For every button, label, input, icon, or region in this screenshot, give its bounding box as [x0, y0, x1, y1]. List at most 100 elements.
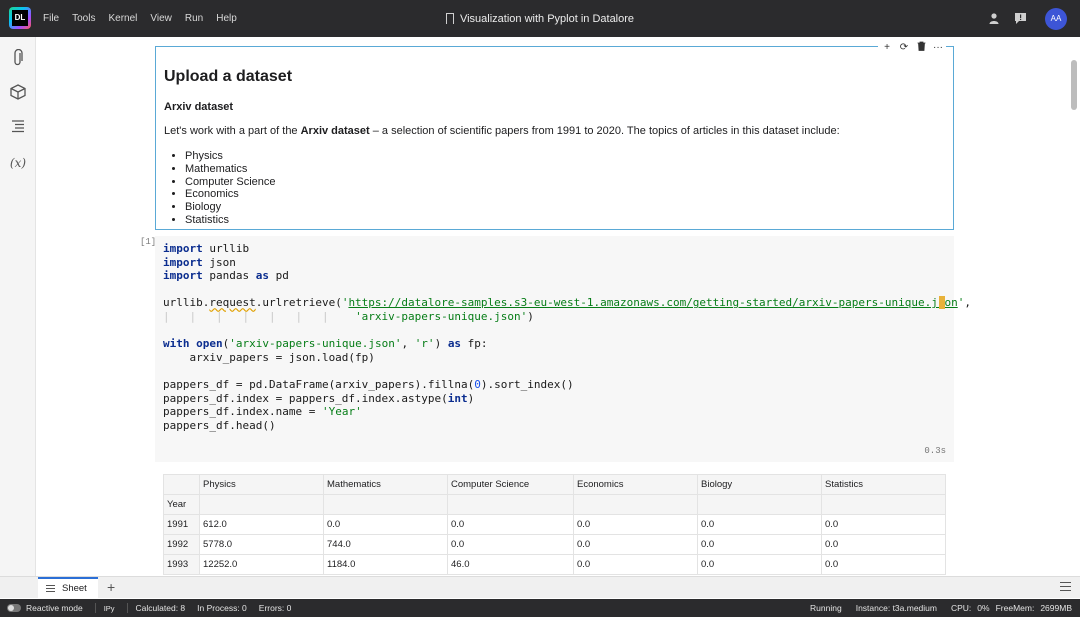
main-menu: File Tools Kernel View Run Help: [43, 0, 250, 37]
menu-kernel[interactable]: Kernel: [108, 13, 137, 24]
table-header-row: Physics Mathematics Computer Science Eco…: [163, 474, 946, 495]
notebook-title: Visualization with Pyplot in Datalore: [459, 12, 635, 25]
dataset-description: Let's work with a part of the Arxiv data…: [164, 125, 945, 137]
table-row: 1993 12252.0 1184.0 46.0 0.0 0.0 0.0: [163, 554, 946, 575]
user-avatar[interactable]: AA: [1045, 7, 1067, 30]
menu-tools[interactable]: Tools: [72, 13, 95, 24]
rerun-icon[interactable]: ⟳: [896, 41, 912, 55]
blank-cell: [821, 494, 946, 515]
blank-cell: [697, 494, 822, 515]
divider: [126, 603, 128, 613]
filename-literal: 'arxiv-papers-unique.json': [355, 309, 528, 323]
column-header[interactable]: Computer Science: [447, 474, 574, 495]
topics-list: Physics Mathematics Computer Science Eco…: [185, 150, 945, 227]
blank-cell: [573, 494, 698, 515]
instance-type[interactable]: Instance: t3a.medium: [856, 603, 937, 613]
menu-view[interactable]: View: [150, 13, 172, 24]
column-header[interactable]: Biology: [697, 474, 822, 495]
description-text: Let's work with a part of the: [164, 125, 301, 137]
attachments-icon[interactable]: [9, 48, 27, 67]
description-bold: Arxiv dataset: [300, 125, 370, 137]
sheets-menu-icon[interactable]: [1060, 582, 1071, 591]
blank-cell: [323, 494, 448, 515]
menu-help[interactable]: Help: [216, 13, 237, 24]
table-cell: 46.0: [447, 554, 574, 575]
table-cell: 744.0: [323, 534, 448, 555]
code-editor[interactable]: import urllib import json import pandas …: [163, 242, 971, 432]
reactive-mode-label[interactable]: Reactive mode: [26, 603, 83, 613]
table-cell: 0.0: [821, 554, 946, 575]
errors-count: Errors: 0: [258, 603, 292, 613]
table-cell: 0.0: [323, 514, 448, 535]
sheet-tab[interactable]: Sheet: [38, 577, 98, 598]
sheet-tab-label: Sheet: [62, 583, 87, 594]
status-bar: Reactive mode IPy Calculated: 8 In Proce…: [0, 599, 1080, 617]
calculated-count: Calculated: 8: [135, 603, 186, 613]
output-table: Physics Mathematics Computer Science Eco…: [163, 474, 946, 575]
logo-text: DL: [12, 10, 28, 26]
table-row: 1992 5778.0 744.0 0.0 0.0 0.0 0.0: [163, 534, 946, 555]
sheet-icon: [46, 585, 55, 592]
table-of-contents-icon[interactable]: [9, 119, 27, 137]
free-mem-value: 2699MB: [1040, 603, 1072, 613]
menu-file[interactable]: File: [43, 13, 59, 24]
row-index: 1991: [163, 514, 200, 535]
dataset-url[interactable]: https://datalore-samples.s3-eu-west-1.am…: [348, 296, 957, 309]
table-cell: 0.0: [447, 534, 574, 555]
description-text-end: – a selection of scientific papers from …: [369, 125, 840, 137]
add-cell-icon[interactable]: +: [879, 41, 895, 55]
table-cell: 1184.0: [323, 554, 448, 575]
top-right-controls: AA: [987, 0, 1080, 37]
column-header[interactable]: Mathematics: [323, 474, 448, 495]
cpu-value: 0%: [977, 603, 990, 613]
column-header[interactable]: Economics: [573, 474, 698, 495]
list-item: Mathematics: [185, 163, 945, 176]
index-name: Year: [163, 494, 200, 515]
table-row: 1991 612.0 0.0 0.0 0.0 0.0 0.0: [163, 514, 946, 535]
table-cell: 0.0: [447, 514, 574, 535]
dataset-subheading: Arxiv dataset: [164, 101, 234, 113]
table-cell: 0.0: [697, 534, 822, 555]
table-cell: 0.0: [821, 514, 946, 535]
sheet-bar: Sheet +: [0, 576, 1080, 598]
more-icon[interactable]: ···: [930, 41, 946, 55]
cpu-label: CPU:: [950, 603, 972, 613]
table-cell: 12252.0: [199, 554, 324, 575]
column-header[interactable]: Statistics: [821, 474, 946, 495]
column-header[interactable]: Physics: [199, 474, 324, 495]
environment-icon[interactable]: [9, 84, 27, 102]
menu-run[interactable]: Run: [185, 13, 203, 24]
cell-toolbar: + ⟳ ···: [878, 41, 946, 55]
bookmark-icon: [445, 13, 454, 27]
table-cell: 0.0: [821, 534, 946, 555]
datalore-logo[interactable]: DL: [9, 7, 31, 29]
table-cell: 0.0: [573, 514, 698, 535]
table-cell: 0.0: [573, 534, 698, 555]
table-cell: 0.0: [697, 514, 822, 535]
list-item: Biology: [185, 201, 945, 214]
list-item: Economics: [185, 188, 945, 201]
markdown-cell[interactable]: + ⟳ ··· Upload a dataset Arxiv dataset L…: [155, 41, 954, 230]
add-sheet-icon[interactable]: +: [107, 579, 115, 595]
feedback-icon[interactable]: [1013, 12, 1027, 26]
delete-icon[interactable]: [913, 41, 929, 55]
list-item: Statistics: [185, 214, 945, 227]
variables-icon[interactable]: (x): [9, 154, 27, 172]
list-item: Computer Science: [185, 176, 945, 189]
left-sidebar: (x): [0, 37, 36, 576]
notebook-area: + ⟳ ··· Upload a dataset Arxiv dataset L…: [37, 37, 1069, 576]
top-bar: DL File Tools Kernel View Run Help Visua…: [0, 0, 1080, 37]
in-process-count: In Process: 0: [197, 603, 247, 613]
list-item: Physics: [185, 150, 945, 163]
row-index: 1992: [163, 534, 200, 555]
reactive-mode-toggle[interactable]: [7, 604, 21, 612]
code-cell[interactable]: import urllib import json import pandas …: [155, 236, 971, 462]
vertical-scrollbar[interactable]: [1071, 60, 1077, 110]
table-cell: 0.0: [697, 554, 822, 575]
table-cell: 0.0: [573, 554, 698, 575]
share-user-icon[interactable]: [987, 12, 1001, 26]
free-mem-label: FreeMem:: [995, 603, 1035, 613]
warning-marker[interactable]: [939, 296, 945, 309]
dataset-heading: Upload a dataset: [164, 68, 293, 85]
execution-time: 0.3s: [924, 446, 946, 456]
